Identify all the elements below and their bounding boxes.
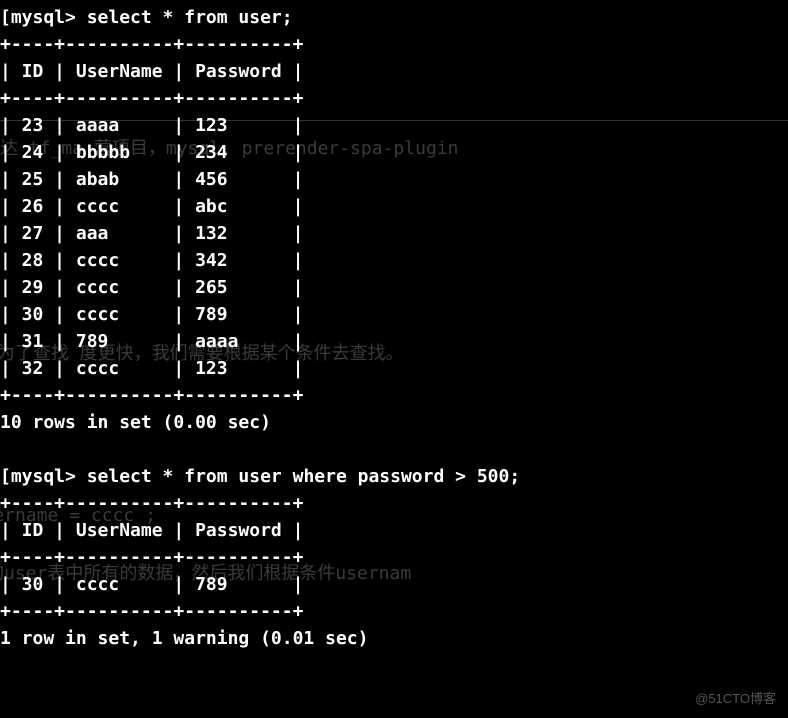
table-border: +----+----------+----------+ <box>0 88 303 109</box>
sql-query: select * from user where password > 500; <box>87 466 520 487</box>
result-footer: 10 rows in set (0.00 sec) <box>0 412 271 433</box>
prompt-line[interactable]: [mysql> select * from user where passwor… <box>0 466 520 487</box>
table-border: +----+----------+----------+ <box>0 493 303 514</box>
table-row: | 23 | aaaa | 123 | | 24 | bbbbb | 234 |… <box>0 115 303 379</box>
table-header: | ID | UserName | Password | <box>0 61 303 82</box>
table-border: +----+----------+----------+ <box>0 547 303 568</box>
table-row: | 30 | cccc | 789 | <box>0 574 303 595</box>
prompt-line[interactable]: [mysql> select * from user; <box>0 7 293 28</box>
sql-query: select * from user; <box>87 7 293 28</box>
table-border: +----+----------+----------+ <box>0 34 303 55</box>
result-footer: 1 row in set, 1 warning (0.01 sec) <box>0 628 368 649</box>
table-header: | ID | UserName | Password | <box>0 520 303 541</box>
table-border: +----+----------+----------+ <box>0 385 303 406</box>
table-border: +----+----------+----------+ <box>0 601 303 622</box>
terminal-output: [mysql> select * from user; +----+------… <box>0 4 788 652</box>
watermark: @51CTO博客 <box>695 689 776 709</box>
